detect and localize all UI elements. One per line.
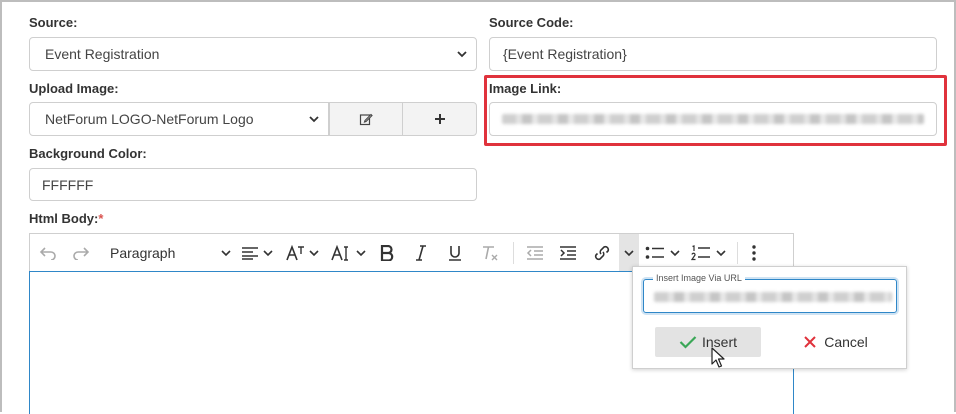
image-url-label: Insert Image Via URL <box>653 273 745 283</box>
link-button[interactable] <box>585 234 619 272</box>
upload-image-select[interactable]: NetForum LOGO-NetForum Logo <box>29 102 329 136</box>
mouse-pointer-icon <box>711 347 725 368</box>
insert-button[interactable]: Insert <box>655 327 761 357</box>
bold-button[interactable] <box>370 234 404 272</box>
html-body-label-text: Html Body: <box>29 211 99 226</box>
edit-icon <box>359 113 373 126</box>
redo-button[interactable] <box>66 234 96 272</box>
bullet-list-icon <box>645 246 664 259</box>
chevron-down-icon <box>309 116 319 123</box>
chevron-down-icon <box>221 249 231 256</box>
close-icon <box>804 336 816 348</box>
required-mark: * <box>98 211 104 226</box>
add-image-button[interactable] <box>402 102 477 136</box>
source-code-label: Source Code: <box>489 15 574 30</box>
source-code-value: {Event Registration} <box>503 46 627 62</box>
undo-icon <box>39 246 56 260</box>
insert-image-popup: Insert Image Via URL Insert Cancel <box>632 266 907 369</box>
upload-image-label: Upload Image: <box>29 81 119 96</box>
clear-format-icon <box>483 245 498 260</box>
underline-icon <box>449 245 461 261</box>
image-link-label: Image Link: <box>489 81 562 96</box>
background-color-value: FFFFFF <box>42 176 94 193</box>
toolbar-divider <box>513 241 514 264</box>
numbered-list-icon <box>690 244 710 260</box>
font-size-dropdown[interactable] <box>278 234 326 272</box>
bold-icon <box>380 244 394 261</box>
chevron-down-icon <box>263 249 273 256</box>
edit-image-button[interactable] <box>329 102 403 136</box>
background-color-input[interactable]: FFFFFF <box>29 168 477 201</box>
image-link-input[interactable] <box>489 102 937 136</box>
plus-icon <box>434 114 445 124</box>
chevron-down-icon <box>624 249 634 256</box>
image-link-blurred-value <box>502 114 924 124</box>
image-url-input[interactable]: Insert Image Via URL <box>643 273 897 313</box>
font-family-icon <box>330 244 348 261</box>
chevron-down-icon <box>309 249 319 256</box>
italic-button[interactable] <box>404 234 438 272</box>
more-vertical-icon <box>752 244 756 261</box>
font-family-dropdown[interactable] <box>326 234 370 272</box>
toolbar-divider <box>737 241 738 264</box>
underline-button[interactable] <box>438 234 472 272</box>
check-icon <box>679 336 697 349</box>
font-size-icon <box>286 244 304 260</box>
align-left-icon <box>242 246 258 260</box>
chevron-down-icon <box>669 249 680 256</box>
source-select-value: Event Registration <box>45 46 160 62</box>
indent-icon <box>560 245 576 260</box>
indent-button[interactable] <box>551 234 585 272</box>
html-body-label: Html Body:* <box>29 211 103 226</box>
image-url-blurred-value <box>654 292 892 302</box>
paragraph-dropdown[interactable]: Paragraph <box>96 234 236 272</box>
upload-image-value: NetForum LOGO-NetForum Logo <box>45 111 254 127</box>
clear-format-button[interactable] <box>472 234 508 272</box>
cancel-button[interactable]: Cancel <box>783 327 889 357</box>
undo-button[interactable] <box>30 234 66 272</box>
outdent-button[interactable] <box>519 234 551 272</box>
chevron-down-icon <box>715 249 726 256</box>
background-color-label: Background Color: <box>29 146 147 161</box>
source-code-input[interactable]: {Event Registration} <box>489 37 937 71</box>
italic-icon <box>416 244 426 261</box>
cancel-label: Cancel <box>824 334 868 350</box>
chevron-down-icon <box>457 51 467 58</box>
outdent-icon <box>526 245 543 260</box>
chevron-down-icon <box>355 249 366 256</box>
paragraph-label: Paragraph <box>110 244 176 261</box>
redo-icon <box>73 246 90 260</box>
source-select[interactable]: Event Registration <box>29 37 477 71</box>
align-dropdown[interactable] <box>236 234 278 272</box>
link-icon <box>594 245 610 260</box>
source-label: Source: <box>29 15 78 30</box>
